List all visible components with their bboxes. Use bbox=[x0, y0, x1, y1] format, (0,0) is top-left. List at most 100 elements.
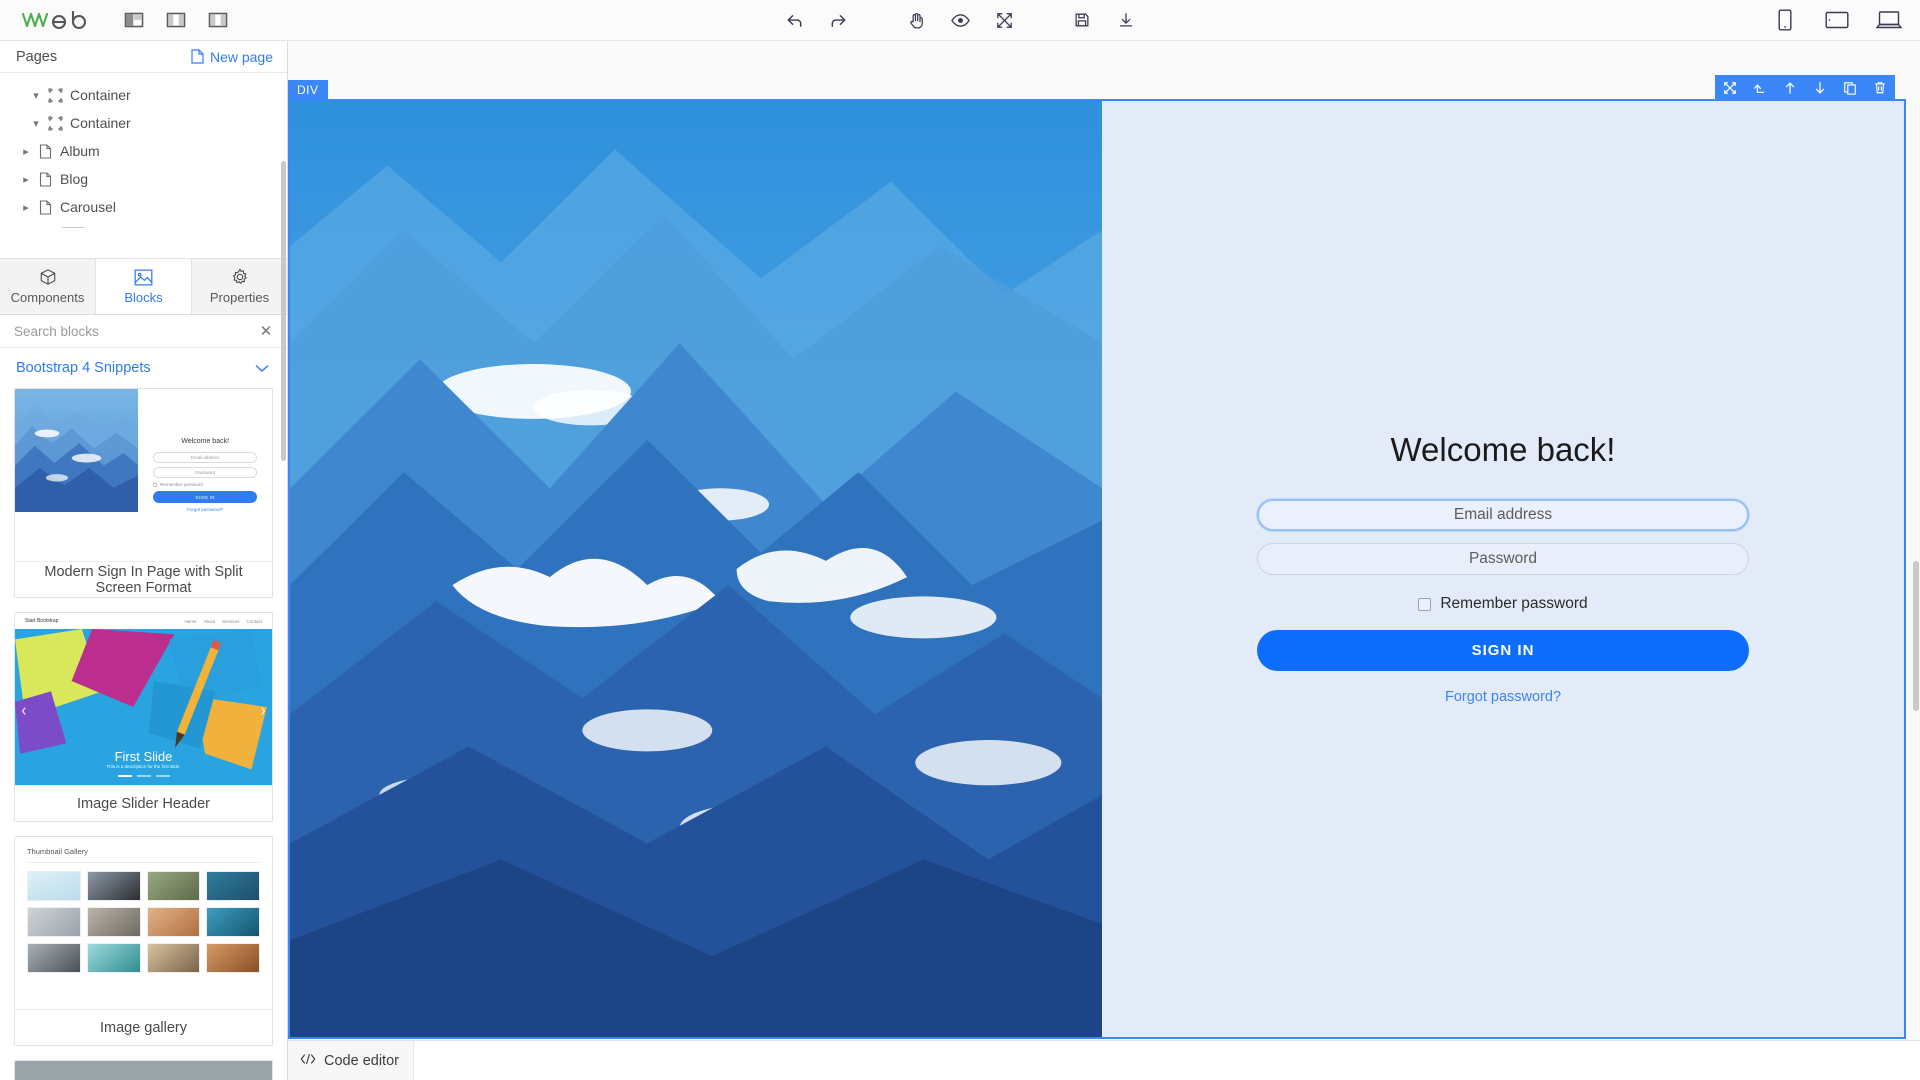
block-card-modern-sign-in[interactable]: Welcome back! Email address Password Rem… bbox=[14, 388, 273, 598]
top-toolbar bbox=[0, 0, 1920, 41]
email-field[interactable]: Email address bbox=[1257, 499, 1749, 531]
canvas-scrollbar[interactable] bbox=[1912, 41, 1920, 1080]
thumb-signin-button: SIGN IN bbox=[153, 491, 258, 503]
move-up-button[interactable] bbox=[1775, 75, 1805, 100]
move-button[interactable] bbox=[1715, 75, 1745, 100]
left-panel-scrollbar[interactable] bbox=[281, 41, 287, 1080]
block-thumbnail: Start Bootstrap Home About Services Cont… bbox=[15, 613, 272, 785]
tab-blocks[interactable]: Blocks bbox=[96, 259, 192, 314]
tree-item-label: Container bbox=[70, 115, 131, 131]
preview-button[interactable] bbox=[938, 6, 982, 34]
tree-item-container-2[interactable]: ▾ Container bbox=[0, 109, 287, 137]
undo-button[interactable] bbox=[772, 6, 816, 34]
select-parent-button[interactable] bbox=[1745, 75, 1775, 100]
block-thumbnail: Thumbnail Gallery bbox=[15, 837, 272, 1009]
gallery-cell bbox=[86, 943, 141, 973]
tree-item-album[interactable]: ▸ Album bbox=[0, 137, 287, 165]
thumb-slide-caption: First Slide This is a description for th… bbox=[15, 749, 272, 769]
desktop-icon bbox=[1876, 11, 1902, 29]
delete-button[interactable] bbox=[1865, 75, 1895, 100]
device-tablet-button[interactable] bbox=[1824, 8, 1850, 32]
container-icon bbox=[44, 87, 66, 103]
device-desktop-button[interactable] bbox=[1876, 8, 1902, 32]
scrollbar-thumb[interactable] bbox=[1913, 561, 1919, 711]
tab-properties[interactable]: Properties bbox=[192, 259, 287, 314]
block-card-video-header[interactable]: Video Header With HTML5 Video and Bootst… bbox=[14, 1060, 273, 1080]
toggle-both-panels-icon[interactable] bbox=[166, 10, 186, 30]
tree-item-container-1[interactable]: ▾ Container bbox=[0, 81, 287, 109]
fullscreen-button[interactable] bbox=[982, 6, 1026, 34]
thumb-gallery-grid bbox=[27, 871, 260, 973]
page-icon bbox=[34, 171, 56, 187]
toggle-left-panel-icon[interactable] bbox=[124, 10, 144, 30]
device-mobile-button[interactable] bbox=[1772, 8, 1798, 32]
blocks-category-header[interactable]: Bootstrap 4 Snippets bbox=[0, 348, 287, 388]
gallery-cell bbox=[206, 871, 260, 901]
scrollbar-thumb[interactable] bbox=[281, 161, 286, 461]
tab-components[interactable]: Components bbox=[0, 259, 96, 314]
password-field[interactable]: Password bbox=[1257, 543, 1749, 575]
block-card-image-gallery[interactable]: Thumbnail Gallery Image gallery bbox=[14, 836, 273, 1046]
chevron-right-icon[interactable]: ▸ bbox=[18, 201, 34, 214]
cube-glyph bbox=[40, 269, 55, 285]
code-glyph bbox=[300, 1053, 316, 1064]
app-logo[interactable] bbox=[0, 9, 118, 31]
code-editor-button[interactable]: Code editor bbox=[288, 1041, 414, 1080]
search-input[interactable] bbox=[0, 323, 255, 339]
download-icon bbox=[1119, 13, 1133, 27]
thumb-remember-label: Remember password bbox=[160, 482, 203, 487]
save-button[interactable] bbox=[1060, 6, 1104, 34]
slider-dot bbox=[155, 775, 170, 777]
tree-item-label: Album bbox=[60, 143, 100, 159]
toggle-right-panel-icon[interactable] bbox=[208, 10, 228, 30]
gallery-cell bbox=[146, 871, 201, 901]
block-thumbnail: Video Header With HTML5 Video and Bootst… bbox=[15, 1061, 272, 1080]
tree-item-carousel[interactable]: ▸ Carousel bbox=[0, 193, 287, 221]
layout-toggle-group bbox=[124, 10, 228, 30]
chevron-down-icon[interactable] bbox=[255, 364, 269, 373]
sign-in-button[interactable]: SIGN IN bbox=[1257, 630, 1749, 671]
chevron-right-icon[interactable]: ▸ bbox=[18, 173, 34, 186]
block-caption: Image Slider Header bbox=[15, 785, 272, 821]
container-glyph bbox=[47, 87, 63, 103]
device-preview-group bbox=[1772, 8, 1902, 32]
move-icon bbox=[1724, 81, 1736, 94]
copy-icon bbox=[1844, 81, 1856, 95]
tree-item-blog[interactable]: ▸ Blog bbox=[0, 165, 287, 193]
drag-mode-button[interactable] bbox=[894, 6, 938, 34]
copy-button[interactable] bbox=[1835, 75, 1865, 100]
thumb-email-field: Email address bbox=[153, 452, 258, 463]
center-toolbar bbox=[750, 6, 1170, 34]
thumb-slide-subtitle: This is a description for the first slid… bbox=[106, 764, 181, 769]
chevron-right-icon[interactable]: ▸ bbox=[18, 145, 34, 158]
blocks-list[interactable]: Bootstrap 4 Snippets Welcome back! Email… bbox=[0, 348, 287, 1080]
floppy-save-icon bbox=[1075, 13, 1089, 27]
hero-image-panel[interactable] bbox=[290, 101, 1102, 1037]
tab-label: Components bbox=[10, 290, 85, 305]
gallery-cell bbox=[86, 907, 141, 937]
tree-item-label: Container bbox=[70, 87, 131, 103]
forgot-password-link[interactable]: Forgot password? bbox=[1445, 689, 1561, 705]
nav-link: Services bbox=[222, 618, 240, 624]
gallery-cell bbox=[206, 907, 260, 937]
gallery-cell bbox=[27, 907, 81, 937]
page-title: Welcome back! bbox=[1390, 431, 1616, 468]
remember-checkbox[interactable] bbox=[1418, 597, 1432, 611]
page-canvas-frame[interactable]: Welcome back! Email address Password Rem… bbox=[288, 99, 1906, 1039]
selection-badge: DIV bbox=[288, 80, 328, 100]
tree-item-label: Blog bbox=[60, 171, 89, 187]
clear-search-icon[interactable]: ✕ bbox=[255, 322, 277, 340]
search-blocks-row: ✕ bbox=[0, 315, 287, 348]
block-card-image-slider-header[interactable]: Start Bootstrap Home About Services Cont… bbox=[14, 612, 273, 822]
cube-icon bbox=[39, 268, 57, 286]
thumb-gallery-title: Thumbnail Gallery bbox=[27, 847, 260, 863]
move-down-button[interactable] bbox=[1805, 75, 1835, 100]
redo-button[interactable] bbox=[816, 6, 860, 34]
blocks-category-label: Bootstrap 4 Snippets bbox=[16, 360, 151, 376]
chevron-down-icon[interactable]: ▾ bbox=[28, 117, 44, 130]
block-thumbnail: Welcome back! Email address Password Rem… bbox=[15, 389, 272, 561]
download-button[interactable] bbox=[1104, 6, 1148, 34]
panel-tabs: Components Blocks Properties bbox=[0, 258, 287, 315]
new-page-button[interactable]: New page bbox=[191, 49, 273, 65]
chevron-down-icon[interactable]: ▾ bbox=[28, 89, 44, 102]
